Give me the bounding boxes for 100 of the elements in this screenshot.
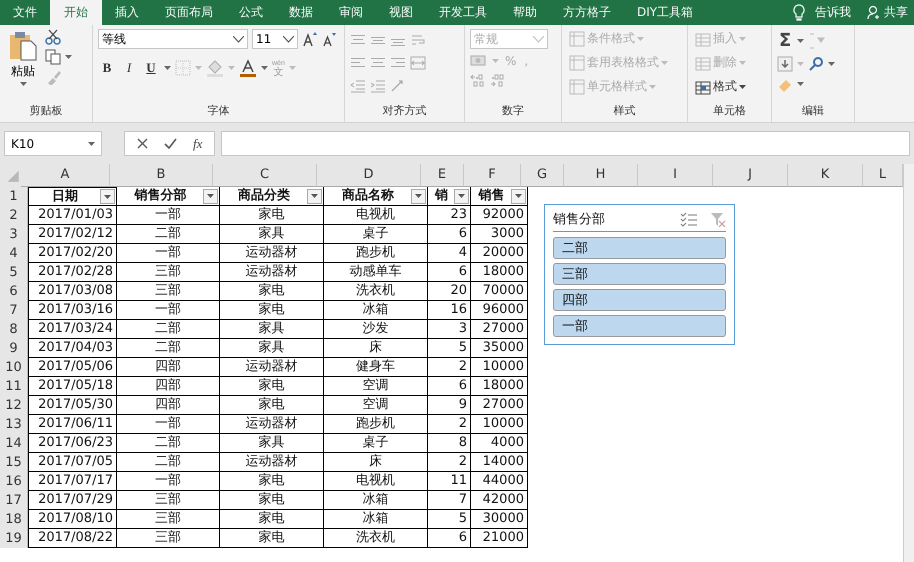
clear-filter-icon[interactable]	[710, 212, 726, 226]
font-size-field[interactable]: 11	[252, 29, 298, 49]
row-header[interactable]: 7	[0, 301, 28, 320]
underline-button[interactable]: U	[142, 60, 160, 76]
menu-tab[interactable]: 方方格子	[550, 0, 624, 25]
paste-button[interactable]: 粘贴	[5, 29, 41, 102]
row-header[interactable]: 10	[0, 358, 28, 377]
font-name-field[interactable]: 等线	[98, 29, 248, 49]
share-button[interactable]: 共享	[861, 0, 914, 25]
row-header[interactable]: 4	[0, 244, 28, 263]
tell-me-field[interactable]: 告诉我	[815, 4, 851, 21]
column-header[interactable]: C	[213, 164, 317, 187]
slicer-item[interactable]: 一部	[553, 315, 726, 337]
formula-input[interactable]	[221, 131, 910, 156]
align-icon[interactable]	[370, 56, 386, 70]
filter-button[interactable]	[203, 188, 218, 204]
row-header[interactable]: 11	[0, 377, 28, 396]
grow-font-icon[interactable]	[302, 31, 318, 47]
menu-tab[interactable]: 插入	[102, 0, 152, 25]
menu-tab[interactable]: DIY工具箱	[624, 0, 706, 25]
caret-icon[interactable]	[164, 66, 171, 70]
column-header[interactable]: A	[21, 164, 110, 187]
autosum-button[interactable]: Σ	[777, 29, 794, 52]
column-header[interactable]: I	[638, 164, 713, 187]
menu-tab[interactable]: 开始	[50, 0, 102, 25]
row-header[interactable]: 12	[0, 396, 28, 415]
caret-icon[interactable]	[828, 62, 835, 66]
row-header[interactable]: 16	[0, 472, 28, 491]
caret-icon[interactable]	[797, 82, 804, 86]
row-header[interactable]: 13	[0, 415, 28, 434]
menu-tab[interactable]: 公式	[226, 0, 276, 25]
caret-icon[interactable]	[65, 55, 72, 59]
multi-select-icon[interactable]	[680, 212, 698, 226]
lightbulb-icon[interactable]	[793, 4, 805, 21]
column-header[interactable]: B	[110, 164, 213, 187]
check-icon[interactable]	[164, 138, 177, 149]
wrap-text-icon[interactable]	[410, 33, 426, 47]
menu-tab[interactable]: 文件	[0, 0, 50, 25]
row-header[interactable]: 17	[0, 491, 28, 510]
row-header[interactable]: 15	[0, 453, 28, 472]
filter-button[interactable]	[411, 188, 426, 204]
menu-tab[interactable]: 视图	[376, 0, 426, 25]
caret-icon[interactable]	[88, 142, 95, 146]
filter-button[interactable]	[511, 188, 526, 204]
search-icon[interactable]	[808, 56, 824, 72]
row-header[interactable]: 18	[0, 510, 28, 529]
paint-bucket-icon[interactable]	[206, 59, 224, 77]
column-header[interactable]: D	[317, 164, 421, 187]
caret-icon[interactable]	[797, 38, 804, 42]
bold-button[interactable]: B	[98, 60, 116, 76]
filter-button[interactable]	[307, 188, 322, 204]
name-box[interactable]: K10	[4, 131, 102, 156]
currency-icon[interactable]	[470, 54, 488, 68]
align-icon[interactable]	[390, 56, 406, 70]
row-header[interactable]: 8	[0, 320, 28, 339]
column-header[interactable]: K	[788, 164, 863, 187]
copy-icon[interactable]	[45, 49, 61, 65]
increase-decimal-icon[interactable]	[470, 73, 486, 87]
row-header[interactable]: 6	[0, 282, 28, 301]
align-icon[interactable]	[350, 33, 366, 47]
merge-cells-icon[interactable]	[410, 56, 426, 70]
shrink-font-icon[interactable]	[322, 31, 336, 47]
menu-tab[interactable]: 审阅	[326, 0, 376, 25]
column-header[interactable]: G	[521, 164, 564, 187]
row-header[interactable]: 9	[0, 339, 28, 358]
menu-tab[interactable]: 开发工具	[426, 0, 500, 25]
decrease-indent-icon[interactable]	[350, 79, 366, 93]
cells-menu-button[interactable]: 格式	[693, 77, 748, 96]
column-header[interactable]: F	[464, 164, 521, 187]
menu-tab[interactable]: 数据	[276, 0, 326, 25]
slicer-item[interactable]: 三部	[553, 263, 726, 285]
filter-button[interactable]	[100, 189, 115, 204]
row-header[interactable]: 14	[0, 434, 28, 453]
italic-button[interactable]: I	[120, 60, 138, 76]
slicer-item[interactable]: 四部	[553, 289, 726, 311]
decrease-decimal-icon[interactable]	[490, 73, 506, 87]
caret-icon[interactable]	[20, 82, 26, 86]
row-header[interactable]: 2	[0, 206, 28, 225]
row-header[interactable]: 3	[0, 225, 28, 244]
table-cell: 三部	[117, 529, 220, 548]
fill-down-icon[interactable]	[777, 56, 793, 72]
scissors-icon[interactable]	[45, 29, 61, 45]
font-color-icon[interactable]	[239, 59, 257, 77]
row-header[interactable]: 1	[0, 187, 28, 206]
filter-button[interactable]	[454, 188, 469, 204]
menu-tab[interactable]: 帮助	[500, 0, 550, 25]
column-header[interactable]: H	[564, 164, 638, 187]
cancel-icon[interactable]	[137, 138, 148, 149]
row-header[interactable]: 19	[0, 529, 28, 548]
caret-icon[interactable]	[261, 66, 268, 70]
insert-function-button[interactable]: fx	[193, 136, 202, 152]
caret-icon[interactable]	[739, 84, 746, 88]
increase-indent-icon[interactable]	[370, 79, 386, 93]
slicer-item[interactable]: 二部	[553, 237, 726, 259]
column-header[interactable]: E	[421, 164, 464, 187]
scrollbar[interactable]	[903, 164, 914, 562]
menu-tab[interactable]: 页面布局	[152, 0, 226, 25]
column-header[interactable]: J	[713, 164, 788, 187]
align-icon[interactable]	[350, 56, 366, 70]
row-header[interactable]: 5	[0, 263, 28, 282]
